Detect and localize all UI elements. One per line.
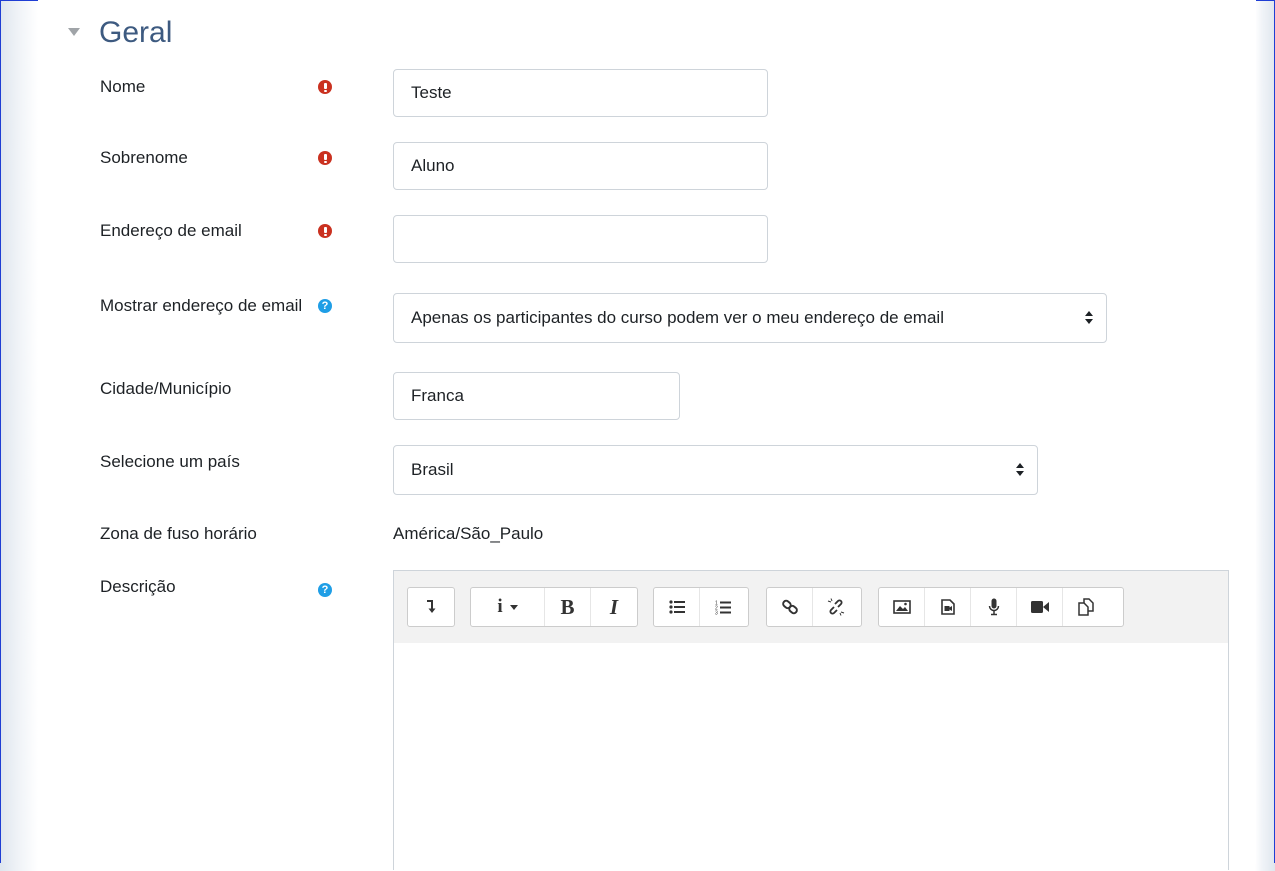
record-video-button[interactable] (1017, 588, 1063, 626)
manage-files-button[interactable] (1063, 588, 1109, 626)
unordered-list-button[interactable] (654, 588, 700, 626)
record-video-icon (1030, 601, 1049, 613)
unlink-button[interactable] (813, 588, 859, 626)
required-icon (318, 80, 332, 94)
manage-files-icon (1078, 598, 1094, 616)
italic-icon: I (609, 594, 619, 619)
firstname-input[interactable]: Teste (393, 69, 768, 117)
collapse-toolbar-button[interactable] (408, 588, 454, 626)
record-audio-button[interactable] (971, 588, 1017, 626)
collapse-icon (427, 600, 436, 613)
toolbar-group-links (766, 587, 862, 627)
country-select[interactable]: Brasil (393, 445, 1038, 495)
collapse-caret-icon[interactable] (68, 28, 80, 36)
help-icon[interactable]: ? (318, 299, 332, 313)
toolbar-group-collapse (407, 587, 455, 627)
select-arrows-icon (1084, 311, 1094, 325)
link-button[interactable] (767, 588, 813, 626)
select-arrows-icon (1015, 463, 1025, 477)
maildisplay-select[interactable]: Apenas os participantes do curso podem v… (393, 293, 1107, 343)
email-label: Endereço de email (100, 221, 242, 240)
city-label: Cidade/Município (100, 379, 232, 398)
email-input[interactable] (393, 215, 768, 263)
required-icon (318, 151, 332, 165)
timezone-label: Zona de fuso horário (100, 524, 257, 543)
media-icon (940, 599, 955, 615)
media-button[interactable] (925, 588, 971, 626)
description-editor: i B I 123 (393, 570, 1229, 871)
lastname-input[interactable]: Aluno (393, 142, 768, 190)
city-input[interactable]: Franca (393, 372, 680, 420)
paragraph-style-icon: i (497, 596, 503, 617)
paragraph-style-button[interactable]: i (471, 588, 545, 626)
ordered-list-icon: 123 (715, 600, 731, 615)
required-icon (318, 224, 332, 238)
country-label: Selecione um país (100, 452, 240, 471)
unlink-icon (827, 598, 845, 616)
ordered-list-button[interactable]: 123 (700, 588, 746, 626)
help-icon[interactable]: ? (318, 583, 332, 597)
maildisplay-selected-value: Apenas os participantes do curso podem v… (411, 308, 944, 327)
firstname-label: Nome (100, 77, 146, 96)
description-editor-content[interactable] (394, 643, 1228, 871)
italic-button[interactable]: I (591, 588, 637, 626)
editor-toolbar: i B I 123 (394, 571, 1228, 644)
toolbar-group-media (878, 587, 1124, 627)
country-selected-value: Brasil (411, 460, 454, 479)
image-icon (892, 600, 911, 614)
chevron-down-icon (509, 604, 518, 610)
section-legend[interactable]: Geral (99, 16, 172, 50)
toolbar-group-lists: 123 (653, 587, 749, 627)
bold-button[interactable]: B (545, 588, 591, 626)
timezone-value: América/São_Paulo (393, 524, 544, 543)
svg-text:3: 3 (715, 610, 718, 615)
lastname-label: Sobrenome (100, 148, 188, 167)
record-audio-icon (988, 598, 999, 616)
description-label: Descrição (100, 577, 176, 596)
bold-icon: B (560, 594, 575, 619)
link-icon (781, 599, 798, 615)
maildisplay-label: Mostrar endereço de email (100, 296, 303, 315)
image-button[interactable] (879, 588, 925, 626)
toolbar-group-style: i B I (470, 587, 638, 627)
unordered-list-icon (668, 600, 685, 614)
